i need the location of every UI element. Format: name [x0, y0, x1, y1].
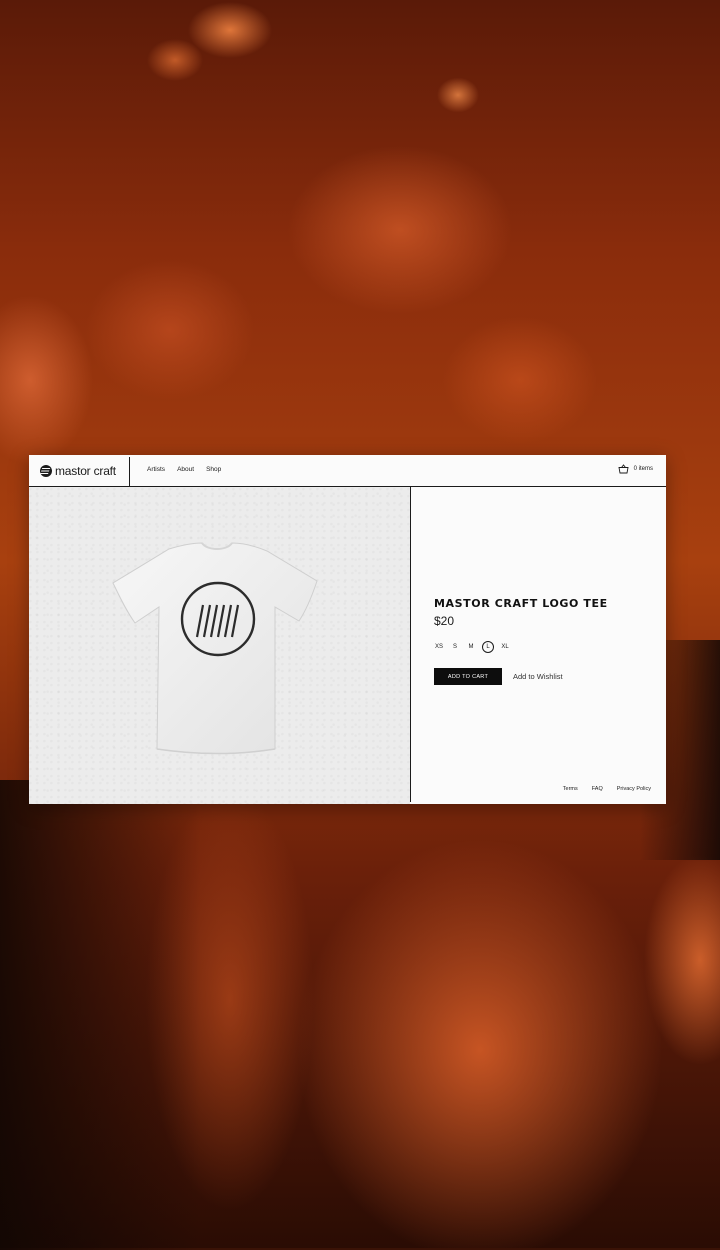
- product-title: MASTOR CRAFT LOGO TEE: [434, 597, 608, 610]
- background-shadow: [0, 780, 200, 1250]
- tshirt-image: [112, 542, 318, 755]
- footer-link-terms[interactable]: Terms: [563, 786, 578, 792]
- product-actions: ADD TO CART Add to Wishlist: [434, 668, 608, 685]
- cart-count: 0 items: [633, 466, 653, 472]
- top-nav: mastor craft Artists About Shop 0 items: [29, 455, 666, 487]
- nav-links: Artists About Shop: [147, 466, 221, 473]
- store-window: mastor craft Artists About Shop 0 items: [29, 455, 666, 804]
- nav-divider: [129, 457, 130, 486]
- logo-mark-icon: [40, 465, 52, 477]
- basket-icon: [618, 464, 629, 474]
- nav-link-shop[interactable]: Shop: [206, 466, 221, 473]
- logo[interactable]: mastor craft: [40, 463, 116, 479]
- footer-link-privacy-policy[interactable]: Privacy Policy: [617, 786, 651, 792]
- product-price: $20: [434, 614, 455, 628]
- size-option-xs[interactable]: XS: [434, 641, 444, 653]
- product-details: MASTOR CRAFT LOGO TEE $20 XS S M L XL AD…: [434, 597, 608, 685]
- add-to-wishlist-link[interactable]: Add to Wishlist: [513, 672, 563, 681]
- cart-button[interactable]: 0 items: [618, 464, 653, 474]
- size-selector: XS S M L XL: [434, 640, 608, 654]
- pane-divider: [410, 487, 411, 802]
- size-option-l[interactable]: L: [482, 641, 494, 653]
- nav-link-about[interactable]: About: [177, 466, 194, 473]
- brand-name: mastor craft: [55, 464, 116, 478]
- add-to-cart-button[interactable]: ADD TO CART: [434, 668, 502, 685]
- nav-link-artists[interactable]: Artists: [147, 466, 165, 473]
- product-image-pane: [29, 487, 410, 804]
- footer-link-faq[interactable]: FAQ: [592, 786, 603, 792]
- footer-links: Terms FAQ Privacy Policy: [563, 786, 651, 792]
- size-option-xl[interactable]: XL: [500, 641, 510, 653]
- size-option-m[interactable]: M: [466, 641, 476, 653]
- size-option-s[interactable]: S: [450, 641, 460, 653]
